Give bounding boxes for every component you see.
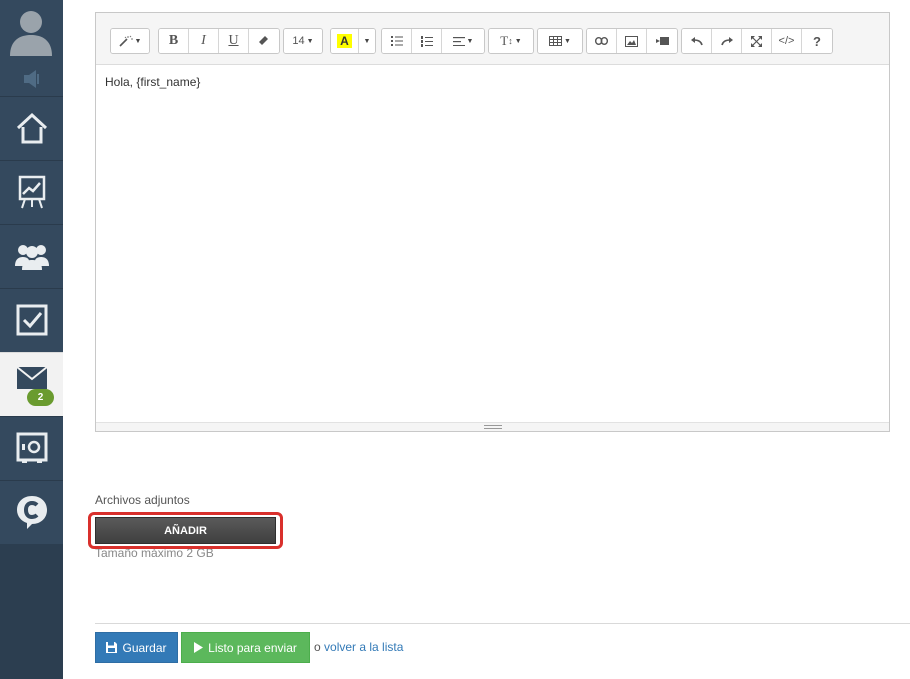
divider [95,623,910,624]
toolbar-group-color: A ▼ [330,28,376,54]
align-left-icon [452,36,465,46]
color-dropdown-button[interactable]: ▼ [359,29,375,53]
table-dropdown[interactable]: ▼ [538,29,582,53]
video-icon [655,37,669,45]
underline-button[interactable]: U [219,29,249,53]
editor-content[interactable]: Hola, {first_name} [96,65,889,424]
toolbar-group-style: ▼ [110,28,150,54]
safe-icon [16,432,47,463]
expand-icon [751,35,762,47]
sidebar-item-chat[interactable] [0,480,63,543]
eraser-icon [259,36,268,45]
text-height-icon: ↕ [508,36,513,46]
ready-to-send-button[interactable]: Listo para enviar [181,632,310,663]
insert-link-button[interactable] [587,29,617,53]
announcements-toggle[interactable] [0,62,63,96]
editor-toolbar: ▼ B I U 14 ▼ A ▼ ▼ T ↕ ▼ ▼ </> ? [96,13,889,65]
toolbar-group-table: ▼ [537,28,583,54]
rich-text-editor: ▼ B I U 14 ▼ A ▼ ▼ T ↕ ▼ ▼ </> ? Hola, {… [95,12,890,432]
editor-text: Hola, {first_name} [105,75,201,89]
undo-icon [690,36,703,45]
font-size-value: 14 [292,35,305,47]
back-to-list-link[interactable]: volver a la lista [324,640,403,654]
bullet-list-icon [390,36,403,46]
editor-resize-handle[interactable] [96,422,889,431]
fullscreen-button[interactable] [742,29,772,53]
redo-icon [720,36,733,45]
magic-style-button[interactable]: ▼ [111,29,149,53]
font-size-dropdown[interactable]: 14 ▼ [284,29,322,53]
italic-button[interactable]: I [189,29,219,53]
toolbar-group-paragraph: ▼ [381,28,485,54]
mail-icon [15,365,48,389]
unread-badge: 2 [27,389,54,406]
save-button-label: Guardar [122,640,167,655]
insert-image-button[interactable] [617,29,647,53]
sidebar-item-home[interactable] [0,96,63,159]
magic-wand-icon [118,35,133,47]
align-dropdown[interactable]: ▼ [442,29,484,53]
toolbar-group-misc: </> ? [681,28,833,54]
add-attachment-button[interactable]: AÑADIR [95,517,276,544]
user-avatar[interactable] [0,0,63,62]
sidebar-item-mail[interactable]: 2 [0,352,63,416]
grip-icon [483,425,502,429]
users-icon [14,245,49,270]
help-button[interactable]: ? [802,29,832,53]
toolbar-group-text-style: T ↕ ▼ [488,28,534,54]
text-style-label: T [500,33,509,48]
code-view-button[interactable]: </> [772,29,802,53]
sidebar: 2 [0,0,63,679]
chat-c-icon [16,496,47,529]
chevron-down-icon: ▼ [363,37,371,45]
sidebar-item-reports[interactable] [0,160,63,223]
toolbar-group-format: B I U [158,28,280,54]
sidebar-item-contacts[interactable] [0,224,63,287]
undo-button[interactable] [682,29,712,53]
floppy-disk-icon [106,642,118,653]
home-icon [16,112,47,144]
unordered-list-button[interactable] [382,29,412,53]
ready-button-label: Listo para enviar [208,640,297,655]
highlight-swatch: A [337,34,352,48]
sidebar-footer [0,544,63,679]
clear-format-button[interactable] [249,29,279,53]
checkbox-icon [16,304,47,336]
toolbar-group-insert [586,28,678,54]
back-to-list: o volver a la lista [314,640,403,654]
table-icon [549,36,563,46]
ordered-list-button[interactable] [412,29,442,53]
sidebar-item-storage[interactable] [0,416,63,479]
text-style-dropdown[interactable]: T ↕ ▼ [489,29,533,53]
play-icon [194,642,204,653]
bold-button[interactable]: B [159,29,189,53]
megaphone-icon [24,70,39,88]
save-button[interactable]: Guardar [95,632,178,663]
highlight-color-button[interactable]: A [331,29,359,53]
redo-button[interactable] [712,29,742,53]
toolbar-group-size: 14 ▼ [283,28,323,54]
insert-video-button[interactable] [647,29,677,53]
user-silhouette-icon [10,11,52,56]
attachments-label: Archivos adjuntos [95,493,190,507]
chart-board-icon [18,175,45,209]
numbered-list-icon [420,35,433,47]
image-icon [625,35,638,47]
back-prefix: o [314,640,321,654]
link-icon [595,37,608,45]
sidebar-item-tasks[interactable] [0,288,63,351]
